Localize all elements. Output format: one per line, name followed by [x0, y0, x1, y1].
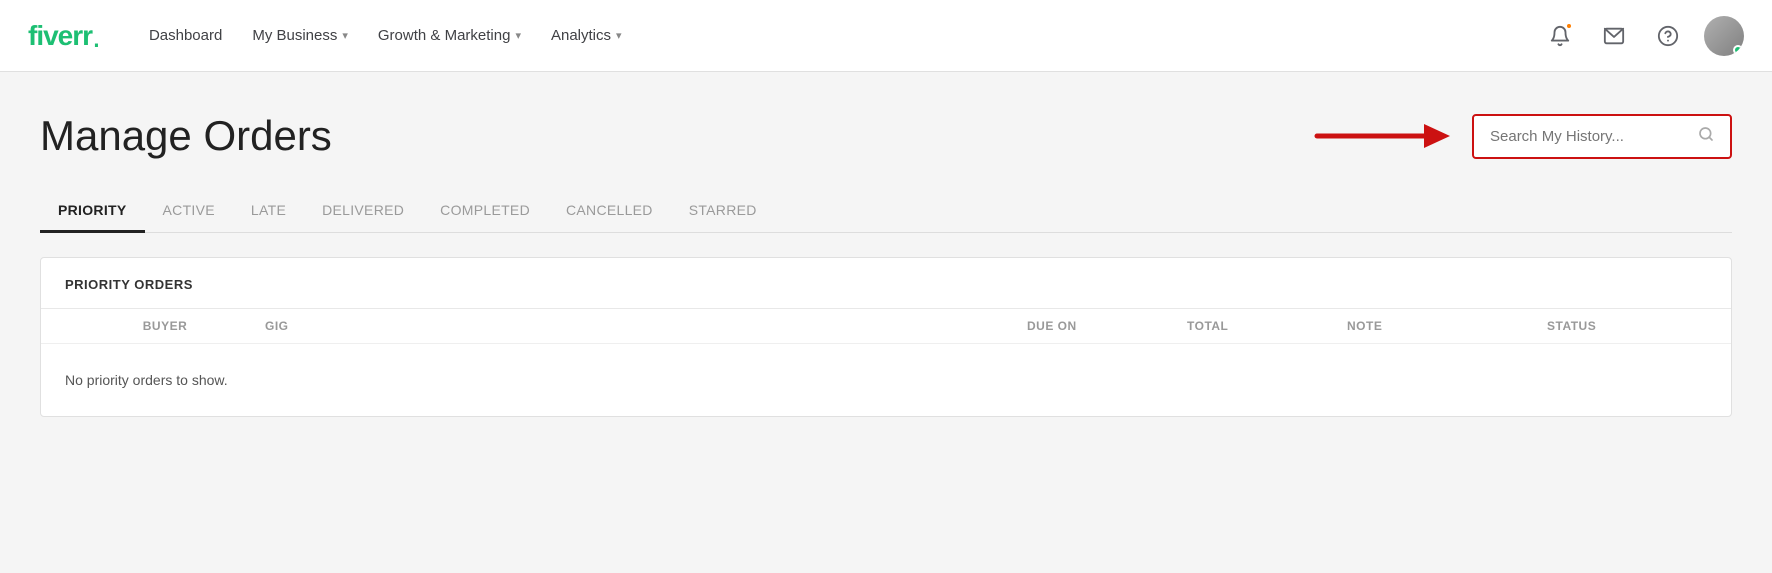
- nav-growth-marketing-label: Growth & Marketing: [378, 27, 511, 44]
- tab-priority[interactable]: PRIORITY: [40, 190, 145, 233]
- messages-button[interactable]: [1596, 18, 1632, 54]
- col-status: STATUS: [1547, 319, 1707, 333]
- nav-right: [1542, 16, 1744, 56]
- main-content: Manage Orders: [0, 72, 1772, 573]
- mail-icon: [1603, 25, 1625, 47]
- nav-my-business-label: My Business: [252, 27, 337, 44]
- orders-section-header: PRIORITY ORDERS: [41, 258, 1731, 309]
- logo-dot: .: [92, 20, 101, 52]
- orders-section: PRIORITY ORDERS BUYER GIG DUE ON TOTAL N…: [40, 257, 1732, 417]
- help-button[interactable]: [1650, 18, 1686, 54]
- help-icon: [1657, 25, 1679, 47]
- avatar[interactable]: [1704, 16, 1744, 56]
- tab-delivered[interactable]: DELIVERED: [304, 190, 422, 233]
- search-area: [1312, 114, 1732, 159]
- page-title: Manage Orders: [40, 112, 332, 160]
- tabs-bar: PRIORITY ACTIVE LATE DELIVERED COMPLETED…: [40, 190, 1732, 233]
- nav-analytics[interactable]: Analytics ▾: [539, 19, 634, 52]
- online-indicator: [1733, 45, 1743, 55]
- search-input[interactable]: [1490, 128, 1698, 145]
- orders-empty-message: No priority orders to show.: [41, 344, 1731, 416]
- logo[interactable]: fiverr.: [28, 20, 101, 52]
- navbar: fiverr. Dashboard My Business ▾ Growth &…: [0, 0, 1772, 72]
- nav-dashboard-label: Dashboard: [149, 27, 222, 44]
- tab-starred[interactable]: STARRED: [671, 190, 775, 233]
- col-due-on: DUE ON: [1027, 319, 1187, 333]
- logo-text: fiverr: [28, 20, 92, 52]
- nav-analytics-label: Analytics: [551, 27, 611, 44]
- chevron-down-icon: ▾: [616, 29, 622, 42]
- nav-dashboard[interactable]: Dashboard: [137, 19, 234, 52]
- tab-active[interactable]: ACTIVE: [145, 190, 233, 233]
- chevron-down-icon: ▾: [342, 29, 348, 42]
- chevron-down-icon: ▾: [515, 29, 521, 42]
- page-header: Manage Orders: [40, 112, 1732, 160]
- tab-late[interactable]: LATE: [233, 190, 304, 233]
- notifications-button[interactable]: [1542, 18, 1578, 54]
- orders-table-header: BUYER GIG DUE ON TOTAL NOTE STATUS: [41, 309, 1731, 344]
- tab-completed[interactable]: COMPLETED: [422, 190, 548, 233]
- search-box[interactable]: [1472, 114, 1732, 159]
- col-gig: GIG: [265, 319, 1027, 333]
- notification-dot: [1565, 22, 1573, 30]
- tab-cancelled[interactable]: CANCELLED: [548, 190, 671, 233]
- nav-items: Dashboard My Business ▾ Growth & Marketi…: [137, 19, 1542, 52]
- annotation-arrow: [1312, 116, 1452, 156]
- col-buyer: BUYER: [65, 319, 265, 333]
- search-icon[interactable]: [1698, 126, 1714, 147]
- nav-growth-marketing[interactable]: Growth & Marketing ▾: [366, 19, 533, 52]
- col-total: TOTAL: [1187, 319, 1347, 333]
- orders-section-title: PRIORITY ORDERS: [65, 277, 193, 292]
- nav-my-business[interactable]: My Business ▾: [240, 19, 360, 52]
- col-note: NOTE: [1347, 319, 1547, 333]
